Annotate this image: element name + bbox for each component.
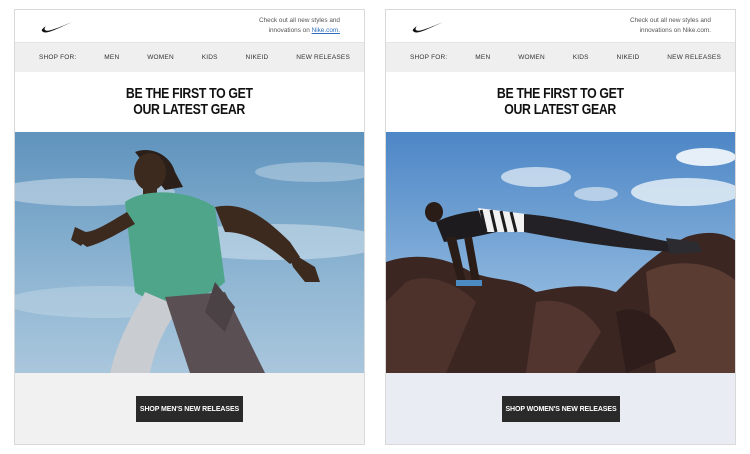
email-header: Check out all new styles and innovations…	[15, 10, 364, 42]
headline: BE THE FIRST TO GET OUR LATEST GEAR	[386, 72, 735, 132]
nav-new-releases[interactable]: NEW RELEASES	[667, 54, 721, 61]
nav-nikeid[interactable]: NIKEID	[246, 54, 269, 61]
headline-line-2: OUR LATEST GEAR	[133, 101, 246, 118]
nav-kids[interactable]: KIDS	[573, 54, 589, 61]
shop-womens-button[interactable]: SHOP WOMEN'S NEW RELEASES	[502, 396, 620, 422]
email-women: Check out all new styles and innovations…	[385, 9, 736, 445]
nav-kids[interactable]: KIDS	[202, 54, 218, 61]
email-men: Check out all new styles and innovations…	[14, 9, 365, 445]
hero-image-plank[interactable]	[386, 132, 735, 373]
headline-line-1: BE THE FIRST TO GET	[126, 85, 253, 102]
promo-text: Check out all new styles and innovations…	[630, 17, 711, 34]
swoosh-logo[interactable]	[412, 20, 444, 34]
nav-nikeid[interactable]: NIKEID	[617, 54, 640, 61]
shop-nav: SHOP FOR: MEN WOMEN KIDS NIKEID NEW RELE…	[15, 42, 364, 72]
headline-line-1: BE THE FIRST TO GET	[497, 85, 624, 102]
nav-shop-for-label: SHOP FOR:	[39, 54, 77, 61]
nav-new-releases[interactable]: NEW RELEASES	[296, 54, 350, 61]
swoosh-logo[interactable]	[41, 20, 73, 34]
nav-shop-for-label: SHOP FOR:	[410, 54, 448, 61]
headline: BE THE FIRST TO GET OUR LATEST GEAR	[15, 72, 364, 132]
cta-area: SHOP WOMEN'S NEW RELEASES	[386, 373, 735, 444]
hero-image-runner[interactable]	[15, 132, 364, 373]
nav-women[interactable]: WOMEN	[147, 54, 174, 61]
shop-nav: SHOP FOR: MEN WOMEN KIDS NIKEID NEW RELE…	[386, 42, 735, 72]
cta-area: SHOP MEN'S NEW RELEASES	[15, 373, 364, 444]
nike-link[interactable]: Nike.com.	[312, 27, 340, 34]
nav-women[interactable]: WOMEN	[518, 54, 545, 61]
headline-line-2: OUR LATEST GEAR	[504, 101, 617, 118]
shop-mens-button[interactable]: SHOP MEN'S NEW RELEASES	[136, 396, 243, 422]
promo-text: Check out all new styles and innovations…	[259, 17, 340, 34]
nav-men[interactable]: MEN	[475, 54, 490, 61]
email-header: Check out all new styles and innovations…	[386, 10, 735, 42]
nav-men[interactable]: MEN	[104, 54, 119, 61]
